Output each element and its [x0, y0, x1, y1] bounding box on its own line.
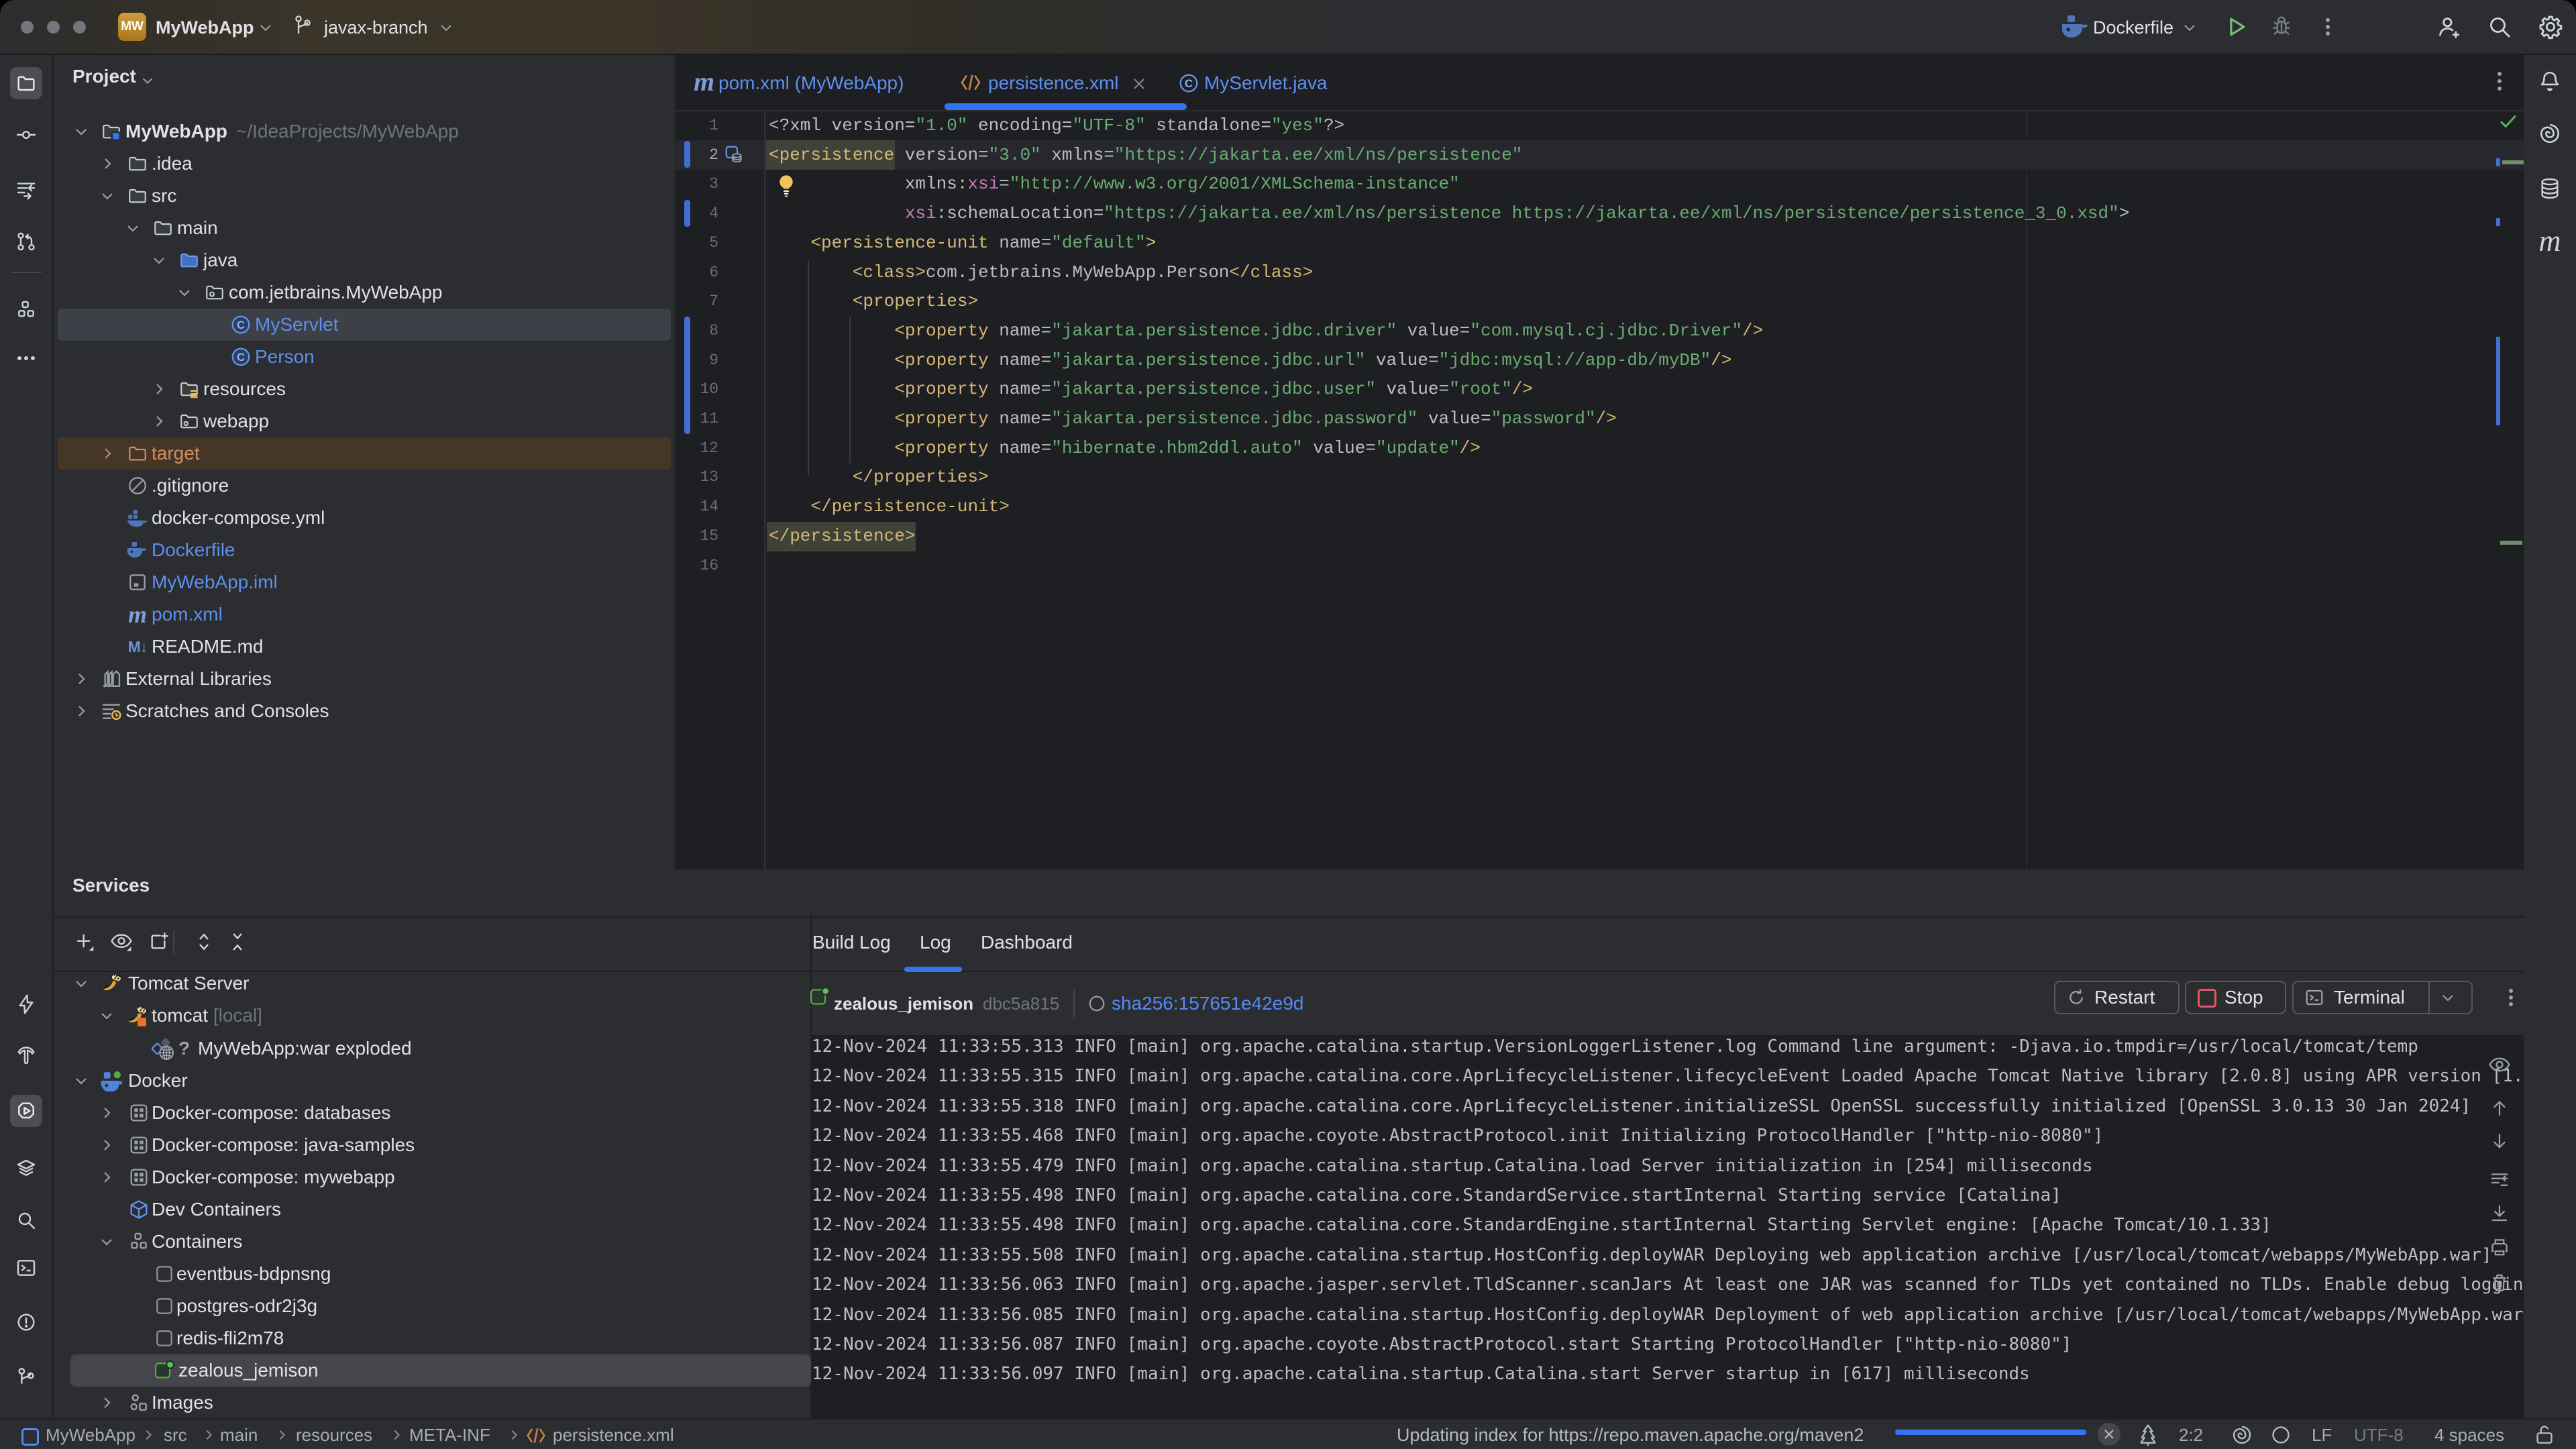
svg-text:C: C: [1185, 77, 1193, 90]
svg-text:C: C: [237, 319, 245, 331]
svg-text:C: C: [237, 351, 245, 364]
